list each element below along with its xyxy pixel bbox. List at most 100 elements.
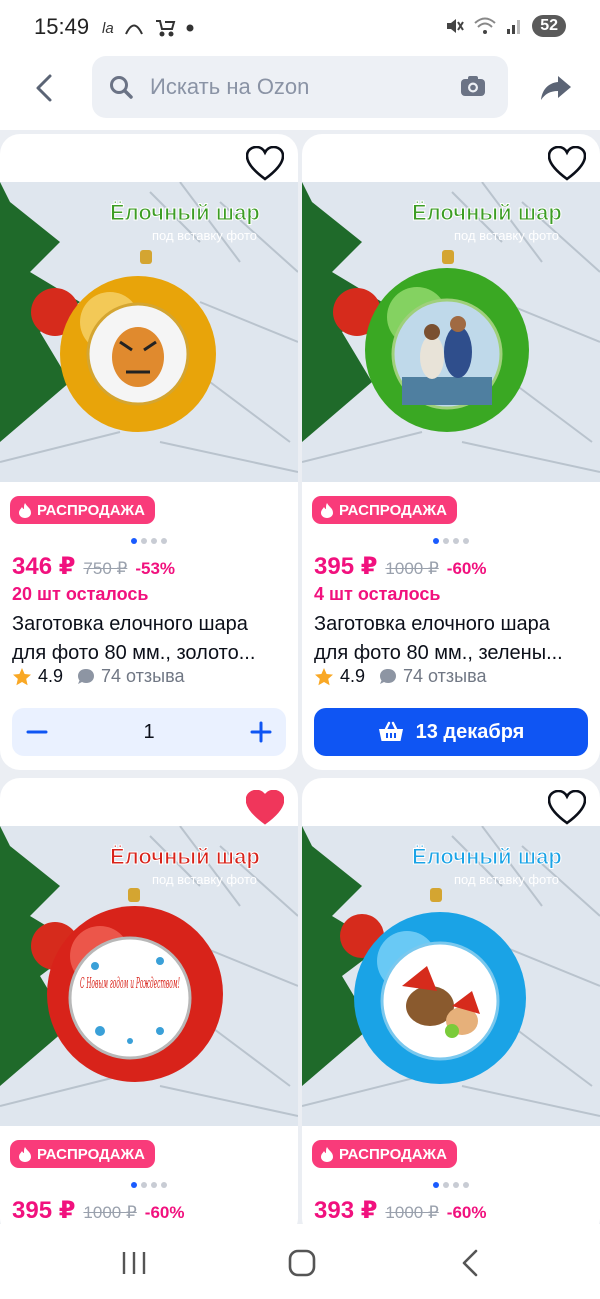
sale-badge: РАСПРОДАЖА xyxy=(312,1140,457,1168)
sale-badge: РАСПРОДАЖА xyxy=(10,496,155,524)
status-time: 15:49 xyxy=(34,14,90,39)
status-bar: 15:49 la 52 xyxy=(0,0,600,56)
pagination-dot xyxy=(443,1182,449,1188)
insert-greeting: С Новым годом и Рождеством! xyxy=(80,974,180,992)
pagination-dot xyxy=(141,538,147,544)
logo-subtext: под вставку фото xyxy=(454,872,559,887)
fire-icon xyxy=(19,1147,31,1162)
wifi-icon xyxy=(474,17,496,34)
arc-icon xyxy=(124,24,143,35)
minus-icon[interactable] xyxy=(26,721,48,743)
dot-icon xyxy=(186,24,194,32)
star-icon xyxy=(13,667,31,685)
status-right: 52 xyxy=(444,15,566,37)
product-card[interactable]: Ёлочный шар под вставку фото С Новым год… xyxy=(0,778,298,1224)
pagination-dot xyxy=(453,538,459,544)
price: 393 ₽ xyxy=(314,1197,378,1224)
basket-icon xyxy=(378,721,403,741)
sale-badge: РАСПРОДАЖА xyxy=(312,496,457,524)
la-icon: la xyxy=(102,19,114,37)
rating-value: 4.9 xyxy=(340,666,366,686)
logo-text: Ёлочный шар xyxy=(110,200,260,225)
pagination-dot xyxy=(453,1182,459,1188)
pagination-dot xyxy=(151,538,157,544)
product-card[interactable]: Ёлочный шар под вставку фото РАСПРОДАЖА … xyxy=(0,134,298,770)
favorite-heart-icon[interactable] xyxy=(548,790,586,826)
favorite-heart-icon[interactable] xyxy=(548,146,586,182)
price-row: 395 ₽ 1000 ₽ -60% xyxy=(12,1196,184,1224)
reviews[interactable]: 74 отзыва xyxy=(379,666,486,687)
image-pagination xyxy=(0,538,298,544)
recent-apps-icon xyxy=(122,1252,146,1274)
price-row: 346 ₽ 750 ₽ -53% xyxy=(12,552,175,581)
old-price: 1000 ₽ xyxy=(385,1203,439,1222)
price: 395 ₽ xyxy=(314,553,378,580)
pagination-dot xyxy=(433,538,439,544)
search-placeholder: Искать на Ozon xyxy=(150,74,310,99)
old-price: 750 ₽ xyxy=(83,559,128,578)
logo-text: Ёлочный шар xyxy=(412,844,562,869)
pagination-dot xyxy=(131,538,137,544)
stock-left: 20 шт осталось xyxy=(12,584,149,604)
chevron-left-icon xyxy=(462,1249,478,1277)
logo-subtext: под вставку фото xyxy=(454,228,559,243)
discount: -53% xyxy=(135,559,176,578)
mute-icon xyxy=(447,19,465,33)
product-title[interactable]: Заготовка елочного шара для фото 80 мм.,… xyxy=(314,610,592,668)
reviews[interactable]: 74 отзыва xyxy=(77,666,184,687)
pagination-dot xyxy=(161,1182,167,1188)
fire-icon xyxy=(321,503,333,518)
rating-row: 4.9 74 отзыва xyxy=(314,666,486,687)
back-button[interactable] xyxy=(22,70,66,106)
fire-icon xyxy=(321,1147,333,1162)
stock-left: 4 шт осталось xyxy=(314,584,441,604)
pagination-dot xyxy=(433,1182,439,1188)
system-back-button[interactable] xyxy=(450,1248,490,1278)
search-bar[interactable]: Искать на Ozon xyxy=(92,56,508,118)
pagination-dot xyxy=(443,538,449,544)
search-icon xyxy=(110,76,133,99)
signal-icon xyxy=(507,20,521,34)
image-pagination xyxy=(0,1182,298,1188)
discount: -60% xyxy=(446,1203,487,1222)
pagination-dot xyxy=(141,1182,147,1188)
rating-value: 4.9 xyxy=(38,666,64,686)
product-card[interactable]: Ёлочный шар под вставку фото РАСПРОДАЖА xyxy=(302,778,600,1224)
quantity-stepper: 1 xyxy=(12,708,286,756)
discount: -60% xyxy=(144,1203,185,1222)
share-icon[interactable] xyxy=(538,70,574,106)
product-title[interactable]: Заготовка елочного шара для фото 80 мм.,… xyxy=(12,610,290,668)
logo-subtext: под вставку фото xyxy=(152,228,257,243)
old-price: 1000 ₽ xyxy=(385,559,439,578)
plus-icon[interactable] xyxy=(250,721,272,743)
discount: -60% xyxy=(446,559,487,578)
pagination-dot xyxy=(463,538,469,544)
product-image[interactable]: Ёлочный шар под вставку фото С Новым год… xyxy=(0,826,298,1126)
comment-icon xyxy=(78,669,95,684)
home-button[interactable] xyxy=(282,1248,322,1278)
rating-row: 4.9 74 отзыва xyxy=(12,666,184,687)
product-image[interactable]: Ёлочный шар под вставку фото xyxy=(302,182,600,482)
system-nav-bar xyxy=(0,1224,600,1299)
home-icon xyxy=(288,1249,316,1277)
pagination-dot xyxy=(463,1182,469,1188)
comment-icon xyxy=(380,669,397,684)
logo-subtext: под вставку фото xyxy=(152,872,257,887)
battery-indicator: 52 xyxy=(532,15,566,37)
favorite-heart-icon[interactable] xyxy=(246,146,284,182)
star-icon xyxy=(315,667,333,685)
favorite-heart-icon[interactable] xyxy=(246,790,284,826)
status-left-icons: la xyxy=(102,18,194,38)
recent-apps-button[interactable] xyxy=(114,1248,154,1278)
product-image[interactable]: Ёлочный шар под вставку фото xyxy=(302,826,600,1126)
fire-icon xyxy=(19,503,31,518)
logo-text: Ёлочный шар xyxy=(412,200,562,225)
pagination-dot xyxy=(151,1182,157,1188)
product-card[interactable]: Ёлочный шар под вставку фото РАСПРОДАЖА xyxy=(302,134,600,770)
product-image[interactable]: Ёлочный шар под вставку фото xyxy=(0,182,298,482)
add-to-cart-button[interactable]: 13 декабря xyxy=(314,708,588,756)
price: 346 ₽ xyxy=(12,553,76,580)
camera-icon[interactable] xyxy=(460,74,486,98)
top-bar: Искать на Ozon xyxy=(0,56,600,130)
sale-badge: РАСПРОДАЖА xyxy=(10,1140,155,1168)
